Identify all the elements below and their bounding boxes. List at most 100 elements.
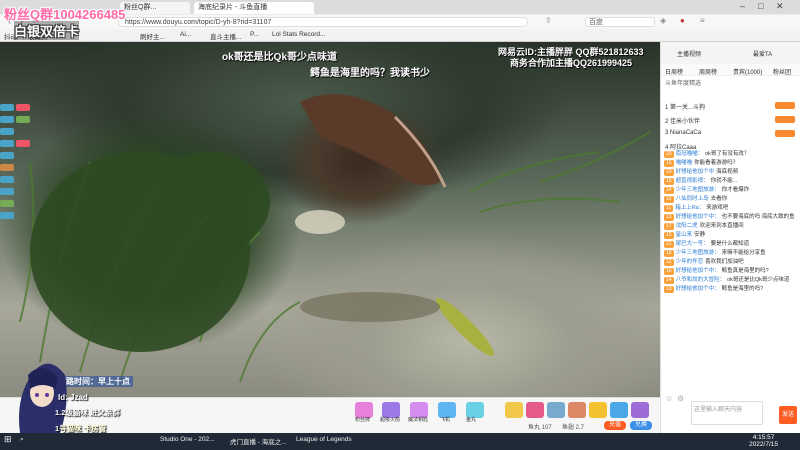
right-tabs: 主播视频 最爱TA	[661, 42, 800, 64]
chat-username[interactable]: 少年三地图旅游：	[676, 187, 720, 193]
rank-row-2[interactable]: 2 佳米小伙伴	[665, 116, 797, 126]
chat-username[interactable]: 八仙同时上岛	[676, 196, 709, 202]
chat-username[interactable]: 好想给他加个中	[676, 169, 715, 175]
search-icon[interactable]: ⌕	[20, 436, 24, 444]
chat-username[interactable]: 少年三地图旅游：	[676, 250, 720, 256]
chat-text: ok哥了有没有改？	[705, 151, 750, 157]
level-badge: 14	[664, 277, 674, 284]
level-badge: 15	[664, 232, 674, 239]
silver-card-watermark: 白银双倍卡	[14, 21, 80, 40]
fishball-count: 鱼丸 107	[528, 425, 552, 431]
chat-username[interactable]: 沈阳二虎	[676, 223, 698, 229]
chat-text: 要是什么都知道	[710, 241, 750, 247]
charge-button[interactable]: 充值	[604, 421, 626, 430]
chat-message: 20 南冠喵喵： ok哥了有没有改？	[661, 150, 800, 159]
rank-name: NianaCaCa	[670, 130, 702, 136]
chat-username[interactable]: 八爷和尚的大冒险：	[676, 277, 726, 283]
emoji-icon[interactable]: ☺	[665, 394, 673, 403]
minimize-icon[interactable]: –	[740, 1, 745, 11]
search-input[interactable]: 百度	[585, 17, 655, 27]
chat-text: ok哥还是比Qk哥少点味道	[727, 277, 790, 283]
tab-1[interactable]: 粉丝Q群...	[120, 2, 190, 14]
chat-message: 15 超直视影视： 你就不能...	[661, 177, 800, 186]
gift-item-7[interactable]	[631, 402, 649, 418]
share-icon[interactable]: ⇪	[545, 16, 552, 25]
chat-list[interactable]: 20 南冠喵喵： ok哥了有没有改？ 16 喵喵喵 你能看着游游吗？ 19 好想给他加个中 海底…	[661, 150, 800, 392]
level-badge: 16	[664, 268, 674, 275]
chat-username[interactable]: 好想给他加个中：	[676, 214, 720, 220]
gift-item-4[interactable]	[568, 402, 586, 418]
chat-username[interactable]: 好想给他加个中：	[676, 286, 720, 292]
taskbar-app-2[interactable]: 虎门直播 - 海底之...	[230, 436, 287, 446]
chat-username[interactable]: 喵喵喵	[676, 160, 693, 166]
close-icon[interactable]: ✕	[776, 1, 784, 12]
bookmark-6[interactable]: P...	[250, 31, 259, 38]
chat-username[interactable]: 星山来	[676, 232, 693, 238]
url-field[interactable]: https://www.douyu.com/topic/D-yh-8?rid=3…	[118, 17, 528, 27]
taskbar-app-3[interactable]: League of Legends	[296, 436, 352, 443]
clock-date: 2022/7/15	[749, 441, 778, 448]
rank-row-3[interactable]: 3 NianaCaCa	[665, 130, 797, 140]
addon-icon[interactable]: ●	[680, 16, 685, 25]
bookmark-4[interactable]: Ai...	[180, 31, 191, 38]
gift-label: 粉丝牌	[355, 417, 371, 423]
subtab-daily[interactable]: 日周榜	[665, 67, 683, 76]
bookmark-7[interactable]: Lol Stats Record...	[272, 31, 325, 38]
system-clock[interactable]: 4:15:57 2022/7/15	[749, 434, 778, 448]
chat-username[interactable]: 箱上上Ra：	[675, 205, 704, 211]
level-badge: 13	[664, 214, 674, 221]
chat-text: 来游戏吧	[706, 205, 729, 211]
gift-item-2[interactable]	[526, 402, 544, 418]
gift-item-5[interactable]	[589, 402, 607, 418]
exchange-button[interactable]: 兑换	[630, 421, 652, 430]
chat-message: 12 八仙同时上岛 去看你	[661, 195, 800, 204]
bookmark-5[interactable]: 直斗主播...	[210, 31, 241, 41]
chat-text: 你就不能...	[710, 178, 738, 184]
gift-item-3[interactable]	[547, 402, 565, 418]
gift-item-6[interactable]	[610, 402, 628, 418]
extension-icon[interactable]: ◈	[660, 16, 666, 25]
subtab-fans[interactable]: 粉丝团	[773, 67, 791, 76]
gift-item-1[interactable]	[505, 402, 523, 418]
chat-message: 15 星山来 安静	[661, 231, 800, 240]
chat-message: 12 少年的怀恋 喜欢我们加油吧	[661, 258, 800, 267]
danmaku-caption-1: ok哥还是比Qk哥少点味道	[222, 52, 338, 63]
bookmarks-bar: 抖动 收藏夹 刷好主... Ai... 直斗主播... P... Lol Sta…	[0, 29, 800, 42]
right-panel: 主播视频 最爱TA 日周榜 周周榜 贵宾(1000) 粉丝团 斗鱼年度精选 1 …	[660, 42, 800, 433]
chat-message: 14 八爷和尚的大冒险： ok哥还是比Qk哥少点味道	[661, 276, 800, 285]
streamer-id: Id: Jzad	[58, 393, 88, 402]
underwater-scene	[19, 94, 651, 383]
gift-label: 飞机	[440, 417, 451, 423]
menu-icon[interactable]: ≡	[700, 16, 705, 25]
tab-anchor-video[interactable]: 主播视频	[677, 49, 701, 58]
taskbar-app-1[interactable]: Studio One - 202...	[160, 436, 215, 443]
maximize-icon[interactable]: □	[758, 1, 763, 11]
windows-start-icon[interactable]: ⊞	[4, 434, 12, 445]
tab-active[interactable]: 海底纪录片 - 斗鱼直播	[194, 2, 314, 14]
chat-username[interactable]: 好想给他加个中：	[676, 268, 720, 274]
level-badge: 14	[664, 187, 674, 194]
chat-message: 13 好想给他加个中： 鲸鱼是海里的吗?	[661, 285, 800, 294]
bookmark-3[interactable]: 刷好主...	[140, 31, 165, 41]
rank-row-1[interactable]: 1 第一关...斗狗	[665, 102, 797, 112]
side-chat-row	[0, 138, 62, 149]
video-player[interactable]: ok哥还是比Qk哥少点味道 鳄鱼是海里的吗？我读书少 网易云ID:主播胖胖 QQ…	[0, 42, 660, 397]
send-button[interactable]: 发送	[779, 406, 797, 424]
clock-time: 4:15:57	[752, 434, 775, 441]
rank-pos: 2	[665, 119, 669, 125]
tab-favorite[interactable]: 最爱TA	[753, 49, 772, 58]
chat-username[interactable]: 尾巴大一号：	[676, 241, 709, 247]
chat-text: 海底视频	[716, 169, 739, 175]
chat-message: 16 好想给他加个中： 鲸鱼真是海里的吗?	[661, 267, 800, 276]
chat-username[interactable]: 少年的怀恋	[676, 259, 704, 265]
level-badge: 15	[664, 178, 674, 185]
chat-username[interactable]: 南冠喵喵：	[676, 151, 704, 157]
chat-input[interactable]: 这里输入聊天内容	[691, 401, 763, 425]
danmaku-caption-2: 鳄鱼是海里的吗？我读书少	[310, 68, 430, 79]
subtab-weekly[interactable]: 周周榜	[699, 67, 717, 76]
level-badge: 20	[664, 151, 674, 158]
settings-icon[interactable]: ⚙	[677, 394, 684, 403]
subtab-vip[interactable]: 贵宾(1000)	[733, 67, 762, 76]
follow-caption-1: 1.2级猫咪 进父亲群	[55, 408, 121, 417]
chat-username[interactable]: 超直视影视：	[676, 178, 709, 184]
